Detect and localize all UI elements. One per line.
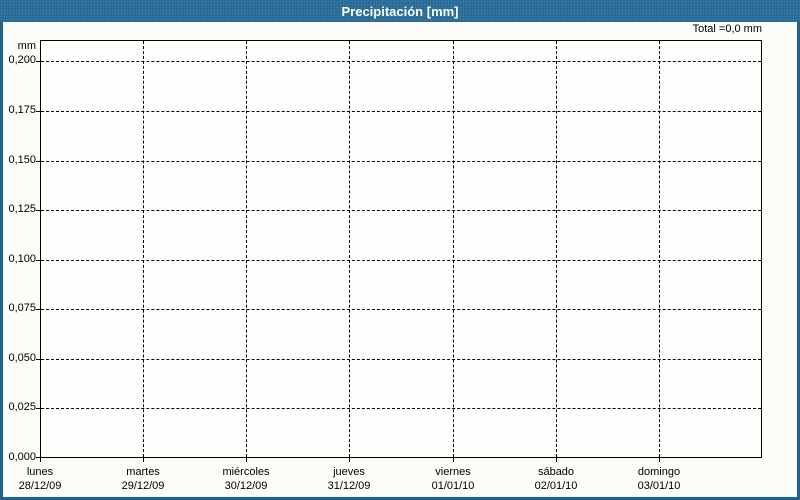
x-axis-tick <box>246 458 247 462</box>
gridline-horizontal <box>41 61 761 62</box>
gridline-vertical <box>453 41 454 457</box>
y-axis-tick-label: 0,200 <box>8 54 36 66</box>
gridline-horizontal <box>41 408 761 409</box>
x-axis-day-label: miércoles <box>222 466 270 478</box>
y-axis-tick <box>36 260 40 261</box>
plot-area <box>40 40 762 458</box>
gridline-vertical <box>143 41 144 457</box>
gridline-horizontal <box>41 260 761 261</box>
y-axis-tick-label: 0,000 <box>8 451 36 463</box>
x-axis-date-label: 02/01/10 <box>534 480 578 492</box>
y-axis-tick-label: 0,125 <box>8 203 36 215</box>
x-axis-date-label: 31/12/09 <box>327 480 371 492</box>
x-axis-date-label: 30/12/09 <box>224 480 268 492</box>
x-axis-tick <box>659 458 660 462</box>
gridline-horizontal <box>41 359 761 360</box>
y-axis-tick-label: 0,050 <box>8 352 36 364</box>
y-axis-tick <box>36 111 40 112</box>
x-axis-day-label: jueves <box>333 466 365 478</box>
gridline-horizontal <box>41 161 761 162</box>
x-axis-tick <box>40 458 41 462</box>
x-axis-day-label: viernes <box>435 466 471 478</box>
gridline-vertical <box>349 41 350 457</box>
x-axis-day-label: sábado <box>537 466 575 478</box>
y-axis-tick-label: 0,075 <box>8 302 36 314</box>
x-axis-day-label: lunes <box>26 466 54 478</box>
y-axis-tick-label: 0,150 <box>8 154 36 166</box>
gridline-horizontal <box>41 309 761 310</box>
x-axis-date-label: 03/01/10 <box>637 480 681 492</box>
y-axis-tick-label: 0,025 <box>8 401 36 413</box>
y-axis-tick-label: 0,100 <box>8 253 36 265</box>
y-axis-tick <box>36 210 40 211</box>
gridline-vertical <box>659 41 660 457</box>
y-axis-tick <box>36 309 40 310</box>
x-axis-date-label: 28/12/09 <box>18 480 62 492</box>
x-axis-tick <box>556 458 557 462</box>
y-axis-tick <box>36 359 40 360</box>
x-axis-date-label: 01/01/10 <box>431 480 475 492</box>
x-axis-tick <box>143 458 144 462</box>
title-bar: Precipitación [mm] <box>0 0 800 22</box>
chart-title: Precipitación [mm] <box>341 3 459 19</box>
x-axis-date-label: 29/12/09 <box>121 480 165 492</box>
gridline-vertical <box>556 41 557 457</box>
y-axis-tick <box>36 161 40 162</box>
gridline-vertical <box>246 41 247 457</box>
y-axis-tick-label: 0,175 <box>8 104 36 116</box>
x-axis-tick <box>453 458 454 462</box>
total-annotation: Total =0,0 mm <box>692 23 762 35</box>
x-axis-day-label: domingo <box>637 466 681 478</box>
chart-window: Precipitación [mm] Total =0,0 mm mm 0,20… <box>0 0 800 500</box>
gridline-horizontal <box>41 111 761 112</box>
x-axis-day-label: martes <box>126 466 160 478</box>
x-axis-tick <box>349 458 350 462</box>
y-axis-tick <box>36 408 40 409</box>
y-axis-unit-label: mm <box>17 40 36 52</box>
gridline-horizontal <box>41 210 761 211</box>
y-axis-tick <box>36 61 40 62</box>
